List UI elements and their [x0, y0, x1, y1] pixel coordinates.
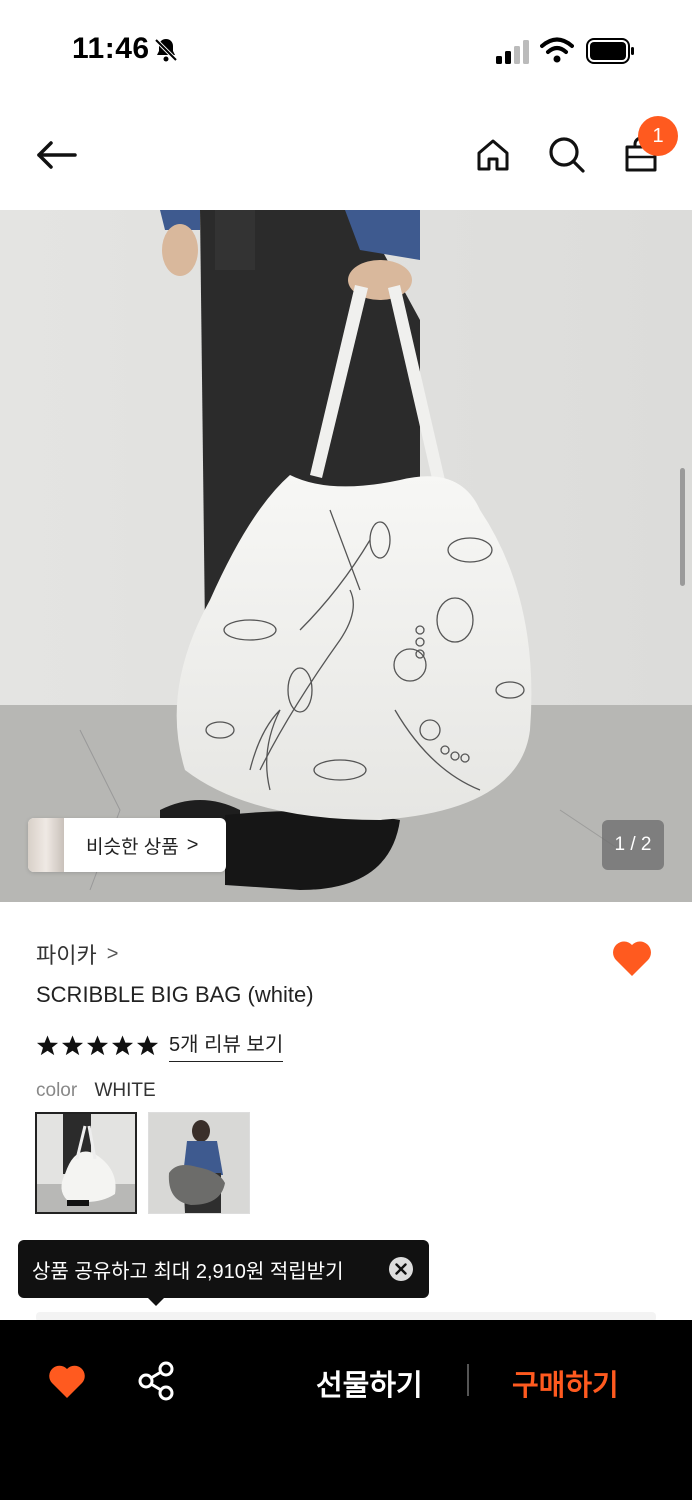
star-rating — [36, 1034, 159, 1057]
similar-products-label: 비슷한 상품 — [86, 836, 179, 858]
star-icon — [36, 1034, 59, 1055]
color-swatch-white[interactable] — [35, 1112, 137, 1214]
swatch-gray-image — [149, 1113, 249, 1213]
chevron-right-icon: > — [106, 942, 119, 965]
share-reward-tooltip: 상품 공유하고 최대 2,910원 적립받기 — [18, 1240, 429, 1298]
back-button[interactable] — [30, 130, 80, 180]
brand-link[interactable]: 파이카 > — [36, 938, 118, 970]
star-icon — [86, 1034, 109, 1055]
arrow-left-icon — [37, 141, 77, 169]
wishlist-heart-icon[interactable] — [610, 936, 654, 980]
home-icon — [477, 139, 509, 171]
rating-row: 5개 리뷰 보기 — [36, 1028, 284, 1062]
signal-icon — [496, 40, 529, 64]
top-nav — [0, 100, 692, 210]
tooltip-close-button[interactable] — [389, 1257, 413, 1281]
share-icon[interactable] — [136, 1360, 178, 1402]
star-icon — [136, 1034, 159, 1055]
wishlist-heart-icon[interactable] — [46, 1360, 88, 1402]
wifi-icon — [540, 37, 574, 63]
star-icon — [61, 1034, 84, 1055]
image-page-indicator: 1 / 2 — [602, 820, 664, 870]
buy-button[interactable]: 구매하기 — [512, 1362, 619, 1404]
status-time: 11:46 — [72, 32, 150, 65]
bottom-action-bar — [0, 1320, 692, 1500]
battery-icon — [586, 38, 634, 64]
color-option-row: color WHITE — [36, 1080, 156, 1102]
tooltip-text: 상품 공유하고 최대 2,910원 적립받기 — [32, 1260, 344, 1283]
search-icon — [549, 137, 585, 173]
scroll-indicator — [680, 468, 685, 586]
search-button[interactable] — [542, 130, 592, 180]
similar-products-button[interactable]: 비슷한 상품 > — [28, 818, 226, 872]
star-icon — [111, 1034, 134, 1055]
chevron-right-icon: > — [186, 833, 199, 856]
bottom-bar-divider — [467, 1364, 469, 1396]
gift-button[interactable]: 선물하기 — [316, 1362, 423, 1404]
color-value: WHITE — [94, 1080, 156, 1101]
review-link[interactable]: 5개 리뷰 보기 — [169, 1028, 284, 1062]
status-bar: 11:46 — [0, 0, 692, 100]
brand-name: 파이카 — [36, 943, 97, 968]
cart-count-badge: 1 — [638, 116, 678, 156]
color-swatch-gray[interactable] — [148, 1112, 250, 1214]
tooltip-arrow — [146, 1296, 166, 1306]
swatch-white-image — [37, 1114, 135, 1212]
home-button[interactable] — [468, 130, 518, 180]
product-title: SCRIBBLE BIG BAG (white) — [36, 982, 314, 1007]
bell-slash-icon — [154, 38, 178, 62]
color-label: color — [36, 1080, 78, 1101]
similar-product-thumbnail — [28, 818, 64, 872]
close-icon — [395, 1263, 407, 1275]
product-image-carousel[interactable] — [0, 210, 692, 902]
product-photo — [0, 210, 692, 902]
